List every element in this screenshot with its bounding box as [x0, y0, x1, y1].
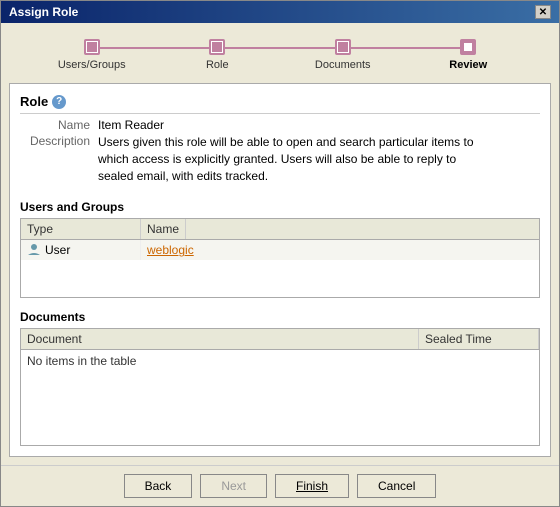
user-icon [27, 243, 41, 257]
next-button[interactable]: Next [200, 474, 267, 498]
step-documents[interactable]: Documents [280, 39, 406, 71]
help-icon[interactable]: ? [52, 95, 66, 109]
docs-col-document: Document [21, 329, 419, 349]
documents-table: Document Sealed Time No items in the tab… [20, 328, 540, 446]
title-bar-buttons: ✕ [535, 5, 551, 19]
cell-type: User [21, 240, 141, 260]
cell-name: weblogic [141, 240, 200, 260]
step-label-users-groups: Users/Groups [58, 59, 126, 71]
back-button[interactable]: Back [124, 474, 193, 498]
table-header: Type Name [21, 219, 539, 240]
step-circle-users-groups [84, 39, 100, 55]
table-row: User weblogic [21, 240, 539, 260]
step-users-groups[interactable]: Users/Groups [29, 39, 155, 71]
finish-button[interactable]: Finish [275, 474, 349, 498]
docs-col-sealed-time: Sealed Time [419, 329, 539, 349]
no-items-message: No items in the table [21, 350, 539, 372]
step-label-role: Role [206, 59, 229, 71]
step-circle-documents [335, 39, 351, 55]
step-label-review: Review [449, 59, 487, 71]
step-circle-review [460, 39, 476, 55]
main-panel: Role ? Name Item Reader Description User… [9, 83, 551, 457]
finish-label: Finish [296, 479, 328, 493]
role-name-row: Name Item Reader [20, 118, 540, 132]
users-groups-title: Users and Groups [20, 200, 540, 214]
close-button[interactable]: ✕ [535, 5, 551, 19]
role-description-row: Description Users given this role will b… [20, 134, 540, 184]
wizard-steps: Users/Groups Role Documents Review [9, 31, 551, 83]
role-info: Name Item Reader Description Users given… [20, 118, 540, 184]
title-bar: Assign Role ✕ [1, 1, 559, 23]
documents-section: Documents Document Sealed Time No items … [20, 306, 540, 446]
role-section-title: Role ? [20, 94, 540, 114]
role-section: Role ? Name Item Reader Description User… [20, 94, 540, 188]
description-label: Description [20, 134, 90, 184]
step-review[interactable]: Review [406, 39, 532, 71]
docs-table-header: Document Sealed Time [21, 329, 539, 350]
description-value: Users given this role will be able to op… [98, 134, 478, 184]
content-area: Users/Groups Role Documents Review [1, 23, 559, 465]
cancel-button[interactable]: Cancel [357, 474, 436, 498]
col-name: Name [141, 219, 186, 239]
assign-role-window: Assign Role ✕ Users/Groups Role [0, 0, 560, 507]
documents-title: Documents [20, 310, 540, 324]
users-groups-section: Users and Groups Type Name [20, 196, 540, 298]
user-link[interactable]: weblogic [147, 243, 194, 257]
users-groups-table: Type Name User [20, 218, 540, 298]
step-role[interactable]: Role [155, 39, 281, 71]
name-label: Name [20, 118, 90, 132]
col-type: Type [21, 219, 141, 239]
step-circle-role [209, 39, 225, 55]
bottom-bar: Back Next Finish Cancel [1, 465, 559, 506]
name-value: Item Reader [98, 118, 164, 132]
step-label-documents: Documents [315, 59, 371, 71]
type-value: User [45, 243, 70, 257]
window-title: Assign Role [9, 5, 78, 19]
